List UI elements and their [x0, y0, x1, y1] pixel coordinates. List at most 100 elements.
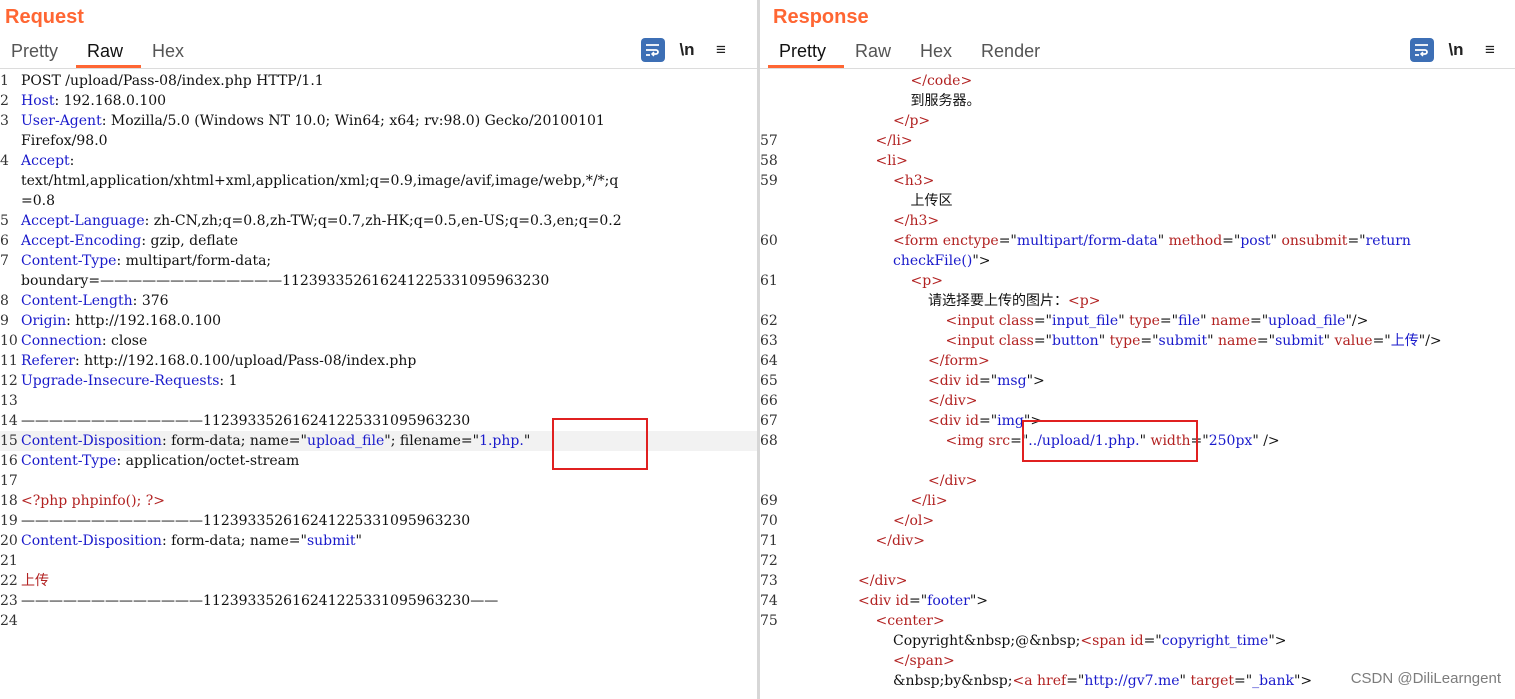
code-line: 24 — [0, 611, 757, 631]
code-token: " — [1118, 313, 1130, 329]
code-token: value — [1334, 333, 1373, 349]
code-line: 57 </li> — [760, 131, 1515, 151]
code-token: enctype — [942, 233, 999, 249]
code-line: boundary=—————————————112393352616241225… — [0, 271, 757, 291]
code-token: Accept-Encoding — [21, 233, 142, 249]
code-token: "/> — [1345, 313, 1369, 329]
code-token: upload_file — [306, 433, 385, 449]
tab-pretty[interactable]: Pretty — [768, 36, 845, 68]
code-token: " — [1323, 333, 1335, 349]
code-token: name — [1217, 333, 1257, 349]
code-token: <form — [893, 233, 943, 249]
code-text: boundary=—————————————112393352616241225… — [21, 271, 549, 291]
tab-raw[interactable]: Raw — [844, 36, 909, 68]
code-token: post — [1240, 233, 1271, 249]
code-text: Content-Disposition: form-data; name="su… — [21, 531, 362, 551]
code-text: POST /upload/Pass-08/index.php HTTP/1.1 — [21, 71, 324, 91]
code-text: Upgrade-Insecure-Requests: 1 — [21, 371, 237, 391]
line-number: 72 — [760, 553, 778, 569]
line-number: 15 — [0, 433, 18, 449]
code-token: =" — [1190, 433, 1209, 449]
code-token: id — [895, 593, 909, 609]
line-number: 69 — [760, 493, 778, 509]
code-line: 61 <p> — [760, 271, 1515, 291]
wrap-toggle-button[interactable] — [636, 37, 670, 63]
code-text: </div> — [858, 571, 908, 591]
code-text: <li> — [876, 151, 908, 171]
code-line: Firefox/98.0 — [0, 131, 757, 151]
code-token: " — [1157, 233, 1169, 249]
menu-icon[interactable]: ≡ — [1473, 37, 1507, 63]
code-token: Accept — [21, 153, 70, 169]
code-token: Upgrade-Insecure-Requests — [21, 373, 220, 389]
tab-pretty[interactable]: Pretty — [0, 36, 76, 68]
code-text: Connection: close — [21, 331, 147, 351]
line-number: 20 — [0, 533, 18, 549]
code-token: Origin — [21, 313, 67, 329]
code-token: submit — [1275, 333, 1324, 349]
newline-toggle-button[interactable]: \n — [670, 37, 704, 63]
code-token: file — [1178, 313, 1201, 329]
code-line: 7 Content-Type: multipart/form-data; — [0, 251, 757, 271]
request-title: Request — [5, 6, 84, 28]
code-text: <?php phpinfo(); ?> — [21, 491, 165, 511]
request-editor[interactable]: 1 POST /upload/Pass-08/index.php HTTP/1.1… — [0, 71, 757, 631]
line-number: 2 — [0, 93, 9, 109]
code-text: <div id="msg"> — [928, 371, 1045, 391]
tab-raw[interactable]: Raw — [76, 36, 142, 68]
newline-toggle-button[interactable]: \n — [1439, 37, 1473, 63]
code-text: <center> — [876, 611, 945, 631]
code-token: Referer — [21, 353, 75, 369]
code-text: </h3> — [893, 211, 939, 231]
response-tabs: Pretty Raw Hex Render — [768, 36, 1058, 68]
menu-icon[interactable]: ≡ — [704, 37, 738, 63]
code-line: </div> — [760, 471, 1515, 491]
line-number: 75 — [760, 613, 778, 629]
code-token: multipart/form-data — [1016, 233, 1158, 249]
code-text: <div id="img"> — [928, 411, 1042, 431]
tab-hex[interactable]: Hex — [141, 36, 202, 68]
code-token: return — [1365, 233, 1411, 249]
code-line: 11 Referer: http://192.168.0.100/upload/P… — [0, 351, 757, 371]
code-token: : application/octet-stream — [116, 453, 300, 469]
code-text: Accept-Language: zh-CN,zh;q=0.8,zh-TW;q=… — [21, 211, 622, 231]
code-token: src — [988, 433, 1011, 449]
code-line: Copyright&nbsp;@&nbsp;<span id="copyrigh… — [760, 631, 1515, 651]
watermark: CSDN @DiliLearngent — [1350, 670, 1501, 687]
code-token: "> — [1293, 673, 1313, 689]
code-token: : 192.168.0.100 — [54, 93, 167, 109]
code-token: class — [998, 313, 1034, 329]
response-editor[interactable]: </code> 到服务器。 </p> 57 </li> 58 <li> 59 <h3> 上传区 </… — [760, 71, 1515, 691]
code-token: target — [1190, 673, 1234, 689]
code-text: —————————————112393352616241225331095963… — [21, 511, 470, 531]
code-line: </p> — [760, 111, 1515, 131]
code-token: —————————————112393352616241225331095963… — [21, 413, 471, 429]
tab-render[interactable]: Render — [970, 36, 1058, 68]
code-token: class — [998, 333, 1034, 349]
line-number: 60 — [760, 233, 778, 249]
wrap-toggle-button[interactable] — [1405, 37, 1439, 63]
line-number: 16 — [0, 453, 18, 469]
code-token: 1.php. — [479, 433, 524, 449]
tab-hex[interactable]: Hex — [909, 36, 970, 68]
code-token: " — [1207, 333, 1218, 349]
line-number: 58 — [760, 153, 778, 169]
code-token: <input — [945, 313, 999, 329]
code-text: </div> — [928, 471, 978, 491]
code-text: </li> — [911, 491, 948, 511]
code-token: =" — [1250, 313, 1269, 329]
line-number: 64 — [760, 353, 778, 369]
code-token: id — [1130, 633, 1144, 649]
code-token: —————————————112393352616241225331095963… — [21, 593, 499, 609]
response-tools: \n ≡ — [1405, 37, 1507, 63]
code-token: =" — [998, 233, 1017, 249]
code-token: <h3> — [893, 173, 935, 189]
code-token: submit — [1158, 333, 1208, 349]
line-number: 67 — [760, 413, 778, 429]
code-token: boundary=—————————————112393352616241225… — [21, 273, 550, 289]
code-line: 5 Accept-Language: zh-CN,zh;q=0.8,zh-TW;q… — [0, 211, 757, 231]
code-token: <img — [945, 433, 989, 449]
code-token: href — [1037, 673, 1067, 689]
code-token: </div> — [858, 573, 908, 589]
code-token: <a — [1012, 673, 1038, 689]
